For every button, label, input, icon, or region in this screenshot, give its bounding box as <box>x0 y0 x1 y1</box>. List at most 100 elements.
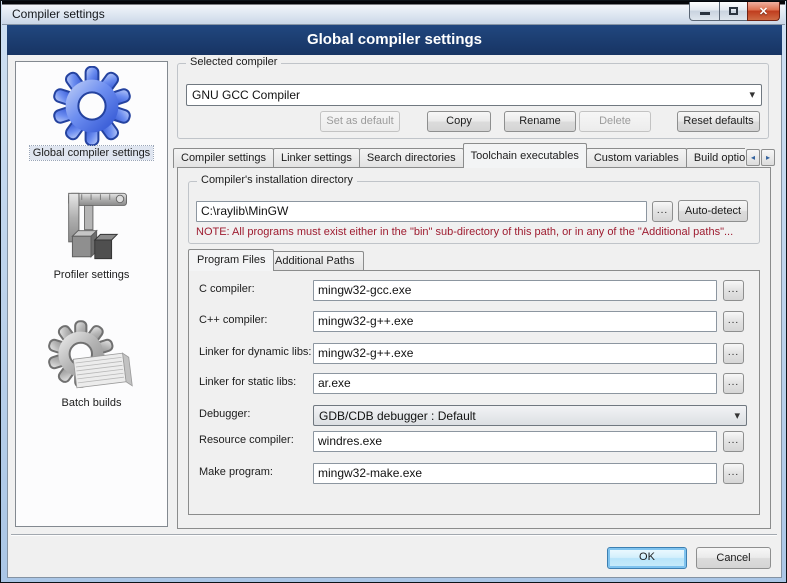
installation-directory-group-label: Compiler's installation directory <box>197 174 357 186</box>
button-label: Delete <box>599 115 631 127</box>
ellipsis-icon: ... <box>728 435 739 446</box>
field-value: mingw32-gcc.exe <box>318 283 411 297</box>
program-files-panel: C compiler: mingw32-gcc.exe ... C++ comp… <box>188 270 760 515</box>
auto-detect-button[interactable]: Auto-detect <box>678 200 748 222</box>
sidebar-item-label: Global compiler settings <box>30 146 153 160</box>
close-icon <box>759 2 768 20</box>
debugger-select-value: GDB/CDB debugger : Default <box>319 409 476 423</box>
tab-compiler-settings[interactable]: Compiler settings <box>173 148 274 168</box>
dynamic-linker-browse-button[interactable]: ... <box>723 343 744 364</box>
maximize-button[interactable] <box>719 2 748 21</box>
static-linker-input[interactable]: ar.exe <box>313 373 717 394</box>
debugger-select[interactable]: GDB/CDB debugger : Default <box>313 405 747 426</box>
minimize-icon <box>700 12 710 15</box>
footer-divider <box>11 534 777 536</box>
make-program-browse-button[interactable]: ... <box>723 463 744 484</box>
dynamic-linker-label: Linker for dynamic libs: <box>199 346 312 358</box>
cpp-compiler-browse-button[interactable]: ... <box>723 311 744 332</box>
ellipsis-icon: ... <box>728 347 739 358</box>
button-label: Copy <box>446 115 472 127</box>
resource-compiler-input[interactable]: windres.exe <box>313 431 717 452</box>
compiler-select-value: GNU GCC Compiler <box>192 88 300 102</box>
sidebar-item-batch-builds[interactable]: Batch builds <box>16 320 167 410</box>
cpp-compiler-label: C++ compiler: <box>199 314 267 326</box>
debugger-label: Debugger: <box>199 408 250 420</box>
toolchain-executables-panel: Compiler's installation directory C:\ray… <box>177 167 771 529</box>
tab-program-files[interactable]: Program Files <box>188 249 274 271</box>
close-button[interactable] <box>747 2 780 21</box>
ellipsis-icon: ... <box>728 467 739 478</box>
installation-note: NOTE: All programs must exist either in … <box>196 226 733 238</box>
installation-directory-input[interactable]: C:\raylib\MinGW <box>196 201 647 222</box>
resource-compiler-browse-button[interactable]: ... <box>723 431 744 452</box>
selected-compiler-group-label: Selected compiler <box>186 56 281 68</box>
tab-label: Custom variables <box>594 152 679 164</box>
compiler-tabs: Compiler settings Linker settings Search… <box>173 143 745 168</box>
make-program-label: Make program: <box>199 466 273 478</box>
tab-toolchain-executables[interactable]: Toolchain executables <box>463 143 587 168</box>
tab-linker-settings[interactable]: Linker settings <box>273 148 360 168</box>
dialog-header: Global compiler settings <box>7 25 782 55</box>
titlebar[interactable]: Compiler settings <box>2 1 785 25</box>
delete-button[interactable]: Delete <box>579 111 651 132</box>
tab-label: Compiler settings <box>181 152 266 164</box>
resource-compiler-label: Resource compiler: <box>199 434 294 446</box>
static-linker-browse-button[interactable]: ... <box>723 373 744 394</box>
compiler-select[interactable]: GNU GCC Compiler <box>186 84 762 106</box>
field-value: mingw32-make.exe <box>318 466 422 480</box>
tab-scroll-right-button[interactable] <box>761 149 775 166</box>
field-value: ar.exe <box>318 376 351 390</box>
window-title: Compiler settings <box>12 7 105 21</box>
dynamic-linker-input[interactable]: mingw32-g++.exe <box>313 343 717 364</box>
field-value: mingw32-g++.exe <box>318 314 413 328</box>
c-compiler-browse-button[interactable]: ... <box>723 280 744 301</box>
window-controls <box>690 2 780 21</box>
compiler-settings-window: Compiler settings Global compiler settin… <box>0 0 787 583</box>
tab-label: Toolchain executables <box>471 150 579 162</box>
tab-build-options[interactable]: Build options <box>686 148 745 168</box>
c-compiler-input[interactable]: mingw32-gcc.exe <box>313 280 717 301</box>
sidebar-item-label: Profiler settings <box>51 268 133 282</box>
tab-label: Program Files <box>197 254 265 266</box>
tab-label: Additional Paths <box>275 255 355 267</box>
tab-custom-variables[interactable]: Custom variables <box>586 148 687 168</box>
maximize-icon <box>729 7 738 15</box>
tab-additional-paths[interactable]: Additional Paths <box>266 251 364 271</box>
tab-search-directories[interactable]: Search directories <box>359 148 464 168</box>
ok-button[interactable]: OK <box>607 547 687 569</box>
tab-label: Search directories <box>367 152 456 164</box>
ellipsis-icon: ... <box>728 284 739 295</box>
installation-directory-browse-button[interactable]: ... <box>652 201 673 222</box>
sidebar-item-profiler-settings[interactable]: Profiler settings <box>16 184 167 282</box>
button-label: Cancel <box>716 552 750 564</box>
button-label: OK <box>639 551 655 563</box>
ellipsis-icon: ... <box>728 377 739 388</box>
c-compiler-label: C compiler: <box>199 283 255 295</box>
make-program-input[interactable]: mingw32-make.exe <box>313 463 717 484</box>
tab-scroll-left-button[interactable] <box>746 149 760 166</box>
field-value: windres.exe <box>318 434 382 448</box>
cpp-compiler-input[interactable]: mingw32-g++.exe <box>313 311 717 332</box>
blue-gear-icon <box>48 66 136 146</box>
field-value: mingw32-g++.exe <box>318 346 413 360</box>
batch-gear-icon <box>48 320 136 396</box>
button-label: Reset defaults <box>683 115 753 127</box>
copy-button[interactable]: Copy <box>427 111 491 132</box>
sidebar-item-label: Batch builds <box>59 396 125 410</box>
button-label: Set as default <box>326 115 393 127</box>
set-as-default-button[interactable]: Set as default <box>320 111 400 132</box>
settings-sidebar: Global compiler settings <box>15 61 168 527</box>
ellipsis-icon: ... <box>657 205 668 216</box>
static-linker-label: Linker for static libs: <box>199 376 296 388</box>
sidebar-item-global-compiler-settings[interactable]: Global compiler settings <box>16 66 167 160</box>
caliper-icon <box>50 184 134 268</box>
tab-label: Linker settings <box>281 152 352 164</box>
button-label: Rename <box>519 115 561 127</box>
installation-directory-value: C:\raylib\MinGW <box>201 204 288 218</box>
reset-defaults-button[interactable]: Reset defaults <box>677 111 760 132</box>
rename-button[interactable]: Rename <box>504 111 576 132</box>
selected-compiler-group: Selected compiler GNU GCC Compiler Set a… <box>177 63 769 139</box>
tab-label: Build options <box>694 152 745 164</box>
minimize-button[interactable] <box>689 2 720 21</box>
cancel-button[interactable]: Cancel <box>696 547 771 569</box>
